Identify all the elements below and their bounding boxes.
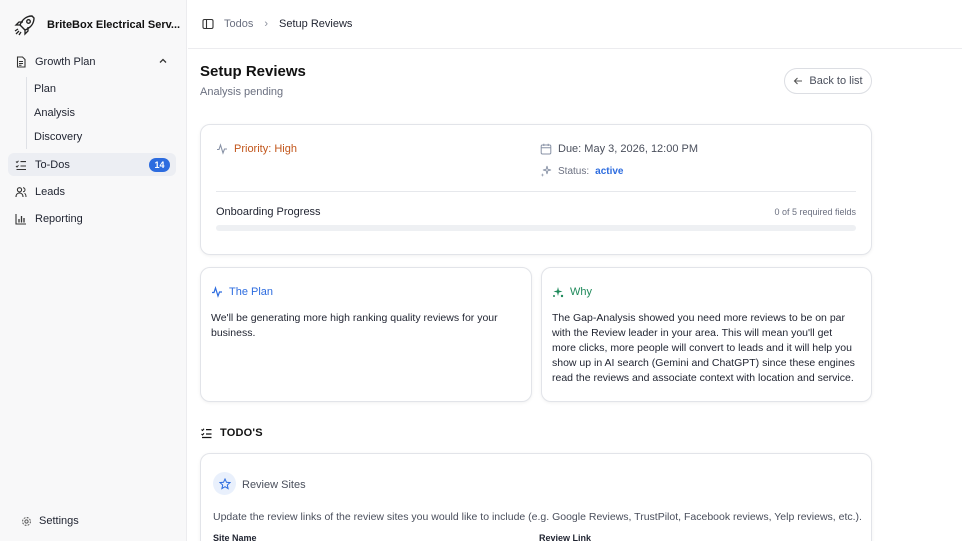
sidebar-item-label: Leads xyxy=(35,185,65,198)
plan-title: The Plan xyxy=(229,286,274,298)
column-header-site-name: Site Name xyxy=(213,533,257,541)
sidebar-subitem-plan[interactable]: Plan xyxy=(34,77,176,101)
review-sites-title: Review Sites xyxy=(242,479,306,491)
priority-text: Priority: High xyxy=(234,143,297,155)
star-icon xyxy=(213,472,236,495)
review-sites-description: Update the review links of the review si… xyxy=(213,511,862,523)
growth-plan-submenu: Plan Analysis Discovery xyxy=(26,77,176,149)
status-indicator: Status: active xyxy=(540,165,624,177)
column-header-review-link: Review Link xyxy=(539,533,592,541)
progress-label: Onboarding Progress xyxy=(216,206,321,218)
rocket-logo-icon xyxy=(14,15,35,36)
brand-name: BriteBox Electrical Serv... xyxy=(47,19,181,31)
sidebar-item-growth-plan[interactable]: Growth Plan xyxy=(8,50,176,73)
plan-body: We'll be generating more high ranking qu… xyxy=(211,312,498,339)
arrow-left-icon xyxy=(794,77,803,85)
plan-header: The Plan xyxy=(211,286,273,298)
sidebar-item-leads[interactable]: Leads xyxy=(8,180,176,203)
sidebar-item-label: To-Dos xyxy=(35,158,70,171)
back-button-label: Back to list xyxy=(809,75,863,87)
summary-card: Priority: High Due: May 3, 2026, 12:00 P… xyxy=(200,124,872,255)
checklist-icon xyxy=(201,428,212,439)
progress-count: 0 of 5 required fields xyxy=(774,207,856,217)
why-card: Why The Gap-Analysis showed you need mor… xyxy=(541,267,872,402)
chevron-up-icon[interactable] xyxy=(158,56,168,66)
breadcrumb-todos[interactable]: Todos xyxy=(224,18,253,30)
activity-icon xyxy=(217,143,227,155)
sidebar-item-reporting[interactable]: Reporting xyxy=(8,207,176,230)
sidebar: BriteBox Electrical Serv... Growth Plan … xyxy=(0,0,187,541)
settings-label: Settings xyxy=(39,515,79,527)
activity-icon xyxy=(212,286,222,298)
why-header: Why xyxy=(552,286,592,298)
topbar: Todos › Setup Reviews xyxy=(188,0,962,49)
chevron-right-icon: › xyxy=(264,18,269,30)
gear-icon xyxy=(22,516,31,526)
sidebar-item-label: Growth Plan xyxy=(35,55,96,68)
sparkle-icon xyxy=(540,165,552,177)
due-date: Due: May 3, 2026, 12:00 PM xyxy=(540,143,698,155)
onboarding-progress-bar xyxy=(216,225,856,231)
status-label: Status: xyxy=(558,165,590,177)
status-badge: active xyxy=(595,165,624,177)
sidebar-subitem-analysis[interactable]: Analysis xyxy=(34,101,176,125)
brand[interactable]: BriteBox Electrical Serv... xyxy=(12,12,180,38)
back-to-list-button[interactable]: Back to list xyxy=(784,68,872,94)
breadcrumb-current: Setup Reviews xyxy=(279,18,353,30)
sidebar-toggle-icon[interactable] xyxy=(202,18,214,30)
review-sites-card: Review Sites Update the review links of … xyxy=(200,453,872,541)
todos-heading-label: TODO'S xyxy=(220,427,263,439)
bar-chart-icon xyxy=(15,213,27,225)
why-title: Why xyxy=(570,286,592,298)
why-body: The Gap-Analysis showed you need more re… xyxy=(552,312,855,384)
calendar-icon xyxy=(540,143,552,155)
todos-count-badge: 14 xyxy=(149,158,170,172)
sidebar-item-todos[interactable]: To-Dos 14 xyxy=(8,153,176,176)
settings-link[interactable]: Settings xyxy=(21,515,79,527)
due-date-text: Due: May 3, 2026, 12:00 PM xyxy=(558,143,699,155)
priority-indicator: Priority: High xyxy=(216,143,297,155)
page-subtitle: Analysis pending xyxy=(200,86,284,98)
plan-card: The Plan We'll be generating more high r… xyxy=(200,267,532,402)
sparkle-icon xyxy=(553,287,564,298)
checklist-icon xyxy=(15,159,27,171)
todos-heading: TODO'S xyxy=(200,427,263,439)
document-icon xyxy=(15,55,27,68)
sidebar-subitem-discovery[interactable]: Discovery xyxy=(34,125,176,149)
users-icon xyxy=(15,186,27,198)
divider xyxy=(216,191,856,192)
sidebar-item-label: Reporting xyxy=(35,212,83,225)
page-title: Setup Reviews xyxy=(200,63,306,80)
sidebar-nav: Growth Plan Plan Analysis Discovery To-D… xyxy=(8,50,176,234)
